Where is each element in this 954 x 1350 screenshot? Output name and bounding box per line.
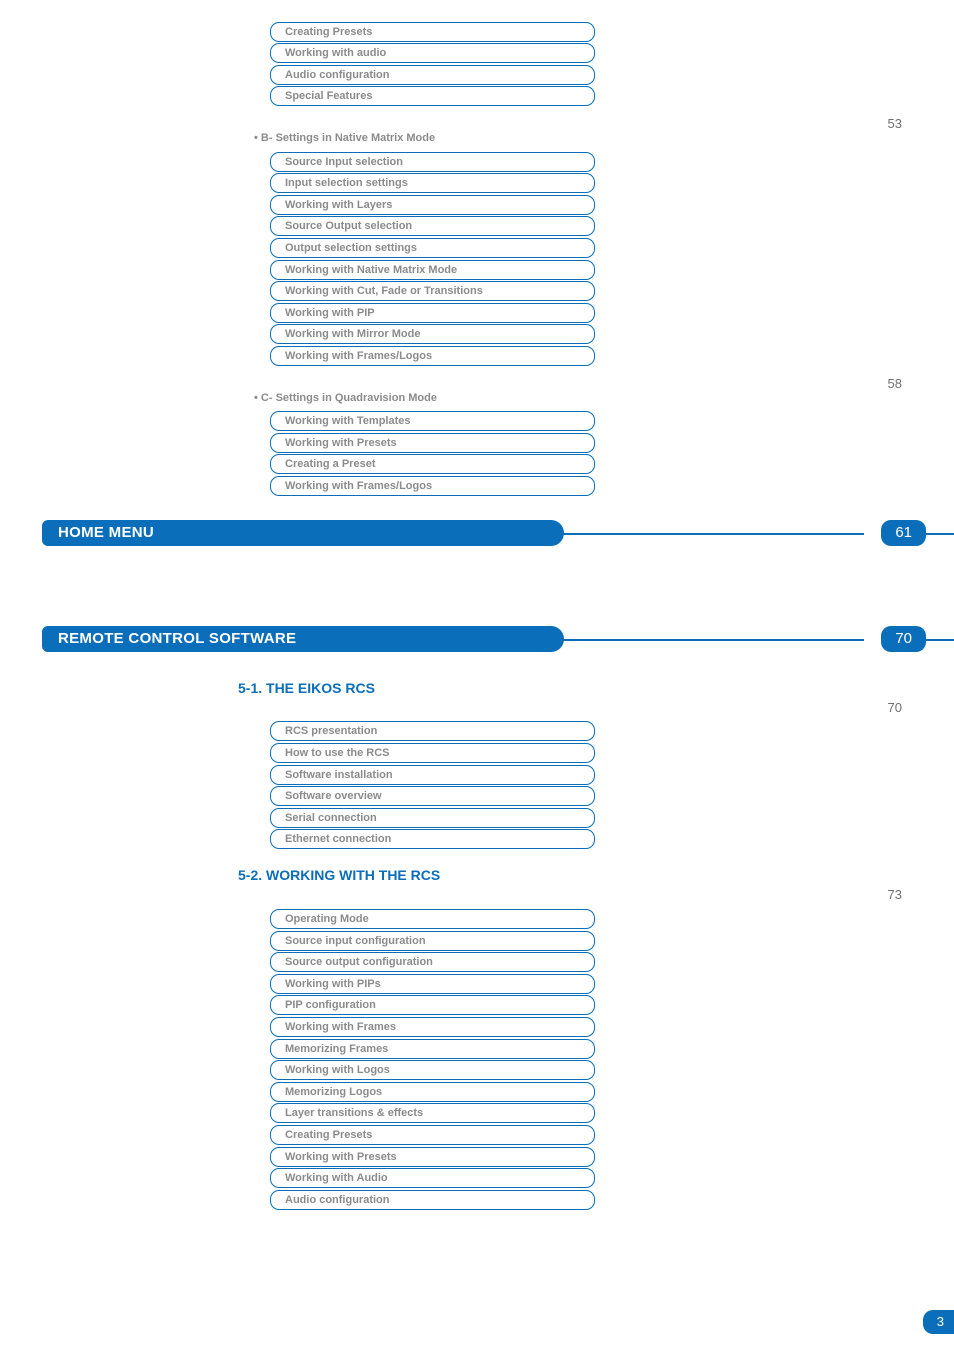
toc-link[interactable]: Source input configuration: [270, 931, 595, 951]
top-pill-group: Creating Presets Working with audio Audi…: [270, 22, 595, 107]
toc-link[interactable]: Audio configuration: [270, 65, 595, 85]
toc-link[interactable]: Working with Frames/Logos: [270, 476, 595, 496]
toc-link[interactable]: Memorizing Frames: [270, 1039, 595, 1059]
toc-link[interactable]: Working with Frames/Logos: [270, 346, 595, 366]
toc-link[interactable]: Working with Layers: [270, 195, 595, 215]
footer-page-number: 3: [923, 1310, 954, 1334]
toc-link[interactable]: Working with audio: [270, 43, 595, 63]
toc-link[interactable]: Software installation: [270, 765, 595, 785]
page-number: 70: [888, 700, 902, 715]
section-c-title: C- Settings in Quadravision Mode: [254, 392, 437, 404]
section-b-title: B- Settings in Native Matrix Mode: [254, 132, 435, 144]
toc-link[interactable]: Special Features: [270, 86, 595, 106]
page-number: 73: [888, 887, 902, 902]
toc-link[interactable]: PIP configuration: [270, 995, 595, 1015]
toc-link[interactable]: Working with Presets: [270, 433, 595, 453]
section-c-items: Working with Templates Working with Pres…: [270, 411, 595, 496]
toc-link[interactable]: Ethernet connection: [270, 829, 595, 849]
toc-link[interactable]: Output selection settings: [270, 238, 595, 258]
toc-link[interactable]: RCS presentation: [270, 721, 595, 741]
remote-bar: REMOTE CONTROL SOFTWARE 70: [0, 626, 954, 652]
toc-link[interactable]: Working with Cut, Fade or Transitions: [270, 281, 595, 301]
sec-5-2-items: Operating Mode Source input configuratio…: [270, 909, 595, 1210]
section-title[interactable]: REMOTE CONTROL SOFTWARE: [42, 626, 564, 652]
section-b-items: Source Input selection Input selection s…: [270, 152, 595, 366]
toc-link[interactable]: Memorizing Logos: [270, 1082, 595, 1102]
sec-5-2-title: 5-2. WORKING WITH THE RCS: [238, 867, 954, 883]
toc-link[interactable]: Audio configuration: [270, 1190, 595, 1210]
toc-link[interactable]: Working with Logos: [270, 1060, 595, 1080]
toc-link[interactable]: Working with Frames: [270, 1017, 595, 1037]
toc-link[interactable]: Working with Audio: [270, 1168, 595, 1188]
toc-link[interactable]: Working with Presets: [270, 1147, 595, 1167]
toc-link[interactable]: Creating a Preset: [270, 454, 595, 474]
section-title[interactable]: HOME MENU: [42, 520, 564, 546]
toc-link[interactable]: Source Input selection: [270, 152, 595, 172]
toc-link[interactable]: Operating Mode: [270, 909, 595, 929]
toc-link[interactable]: Layer transitions & effects: [270, 1103, 595, 1123]
page-number: 58: [888, 376, 902, 391]
toc-link[interactable]: Working with PIPs: [270, 974, 595, 994]
toc-link[interactable]: Source Output selection: [270, 216, 595, 236]
toc-link[interactable]: Working with PIP: [270, 303, 595, 323]
toc-link[interactable]: Source output configuration: [270, 952, 595, 972]
toc-link[interactable]: Working with Mirror Mode: [270, 324, 595, 344]
toc-link[interactable]: Creating Presets: [270, 22, 595, 42]
sec-5-1-items: RCS presentation How to use the RCS Soft…: [270, 721, 595, 849]
toc-link[interactable]: Input selection settings: [270, 173, 595, 193]
page-number: 53: [888, 116, 902, 131]
home-menu-bar: HOME MENU 61: [0, 520, 954, 546]
toc-link[interactable]: Working with Native Matrix Mode: [270, 260, 595, 280]
toc-link[interactable]: Working with Templates: [270, 411, 595, 431]
toc-link[interactable]: Serial connection: [270, 808, 595, 828]
toc-link[interactable]: Software overview: [270, 786, 595, 806]
sec-5-1-title: 5-1. THE EIKOS RCS: [238, 680, 954, 696]
toc-link[interactable]: Creating Presets: [270, 1125, 595, 1145]
toc-link[interactable]: How to use the RCS: [270, 743, 595, 763]
